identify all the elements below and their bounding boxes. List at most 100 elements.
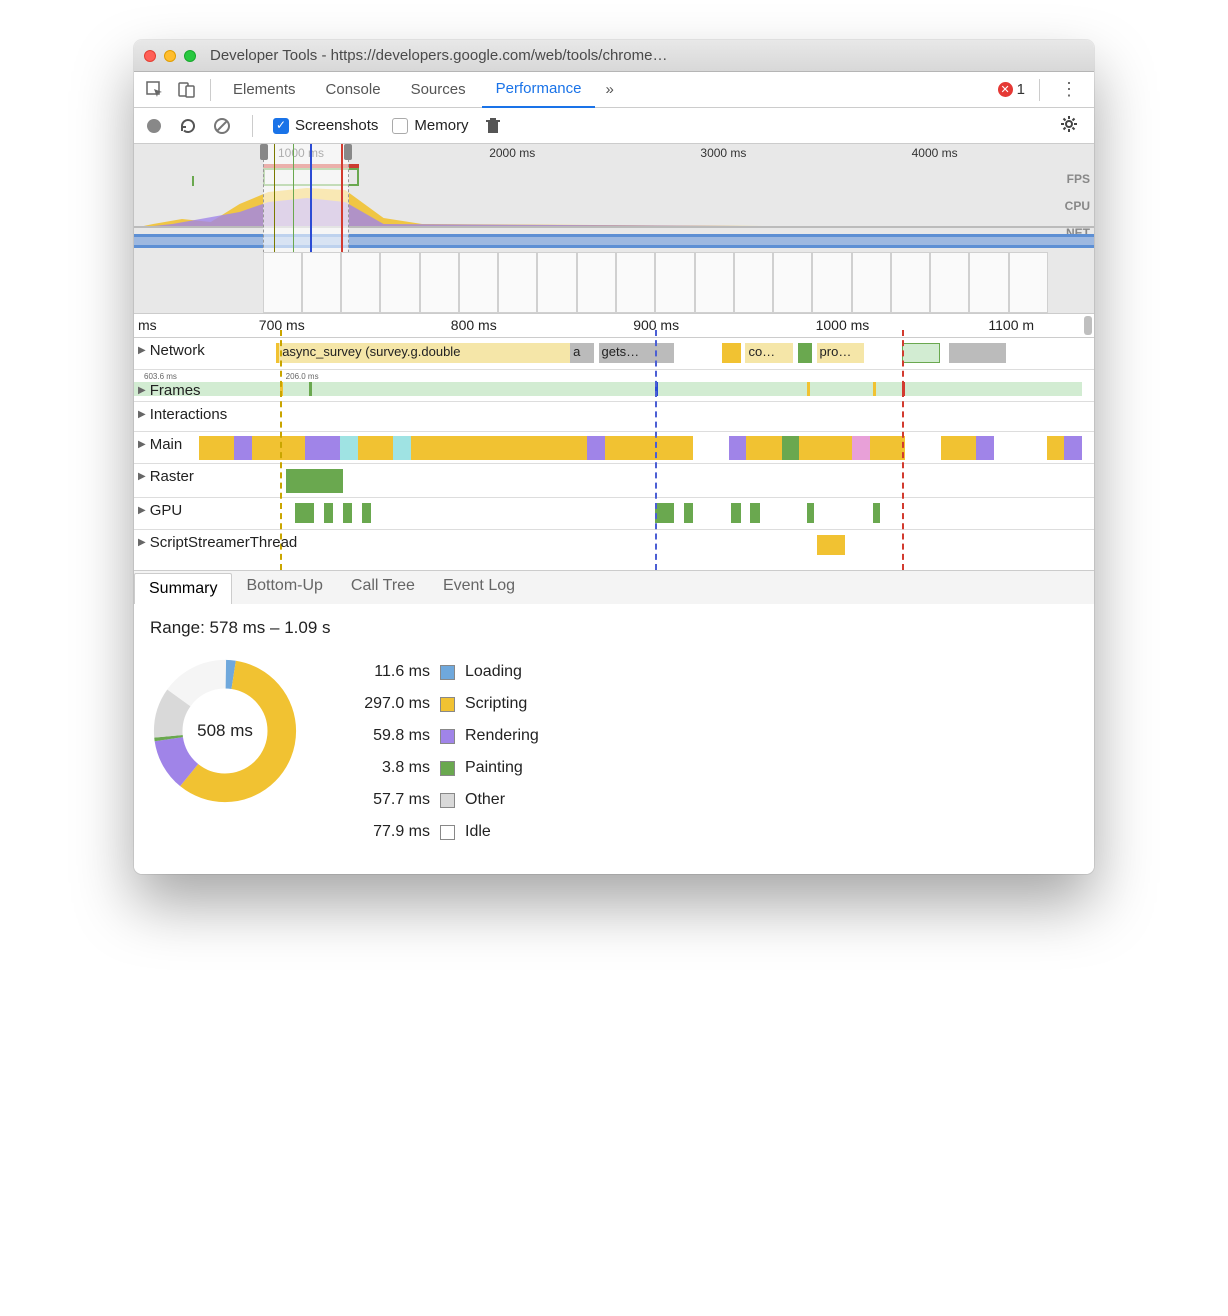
gpu-task[interactable] [295,503,314,523]
track-label: Raster [150,468,194,485]
reload-button[interactable] [178,117,198,135]
tick-label: 2000 ms [489,146,535,160]
tick-label: 3000 ms [700,146,746,160]
swatch [440,761,455,776]
disclosure-icon[interactable]: ▶ [138,505,146,516]
network-request[interactable]: pro… [817,343,864,363]
inspect-element-icon[interactable] [140,75,170,105]
device-toolbar-icon[interactable] [172,75,202,105]
tab-elements[interactable]: Elements [219,72,310,108]
panel-tabs: Elements Console Sources Performance » ✕… [134,72,1094,108]
legend-row-idle: 77.9 msIdle [340,816,539,848]
clear-button[interactable] [212,117,232,135]
frame-marker [309,382,312,396]
gpu-task[interactable] [362,503,371,523]
track-interactions[interactable]: ▶ Interactions [134,402,1094,432]
gpu-task[interactable] [655,503,674,523]
network-request[interactable]: co… [745,343,792,363]
range-label: Range: 578 ms – 1.09 s [150,618,1078,638]
gpu-task[interactable] [684,503,693,523]
summary-donut-chart: 508 ms [150,656,300,806]
network-request[interactable]: gets… [599,343,675,363]
swatch [440,665,455,680]
tick-label: 1000 ms [816,317,870,333]
disclosure-icon[interactable]: ▶ [138,409,146,420]
track-label: Frames [150,382,201,399]
scrollbar[interactable] [1084,316,1092,335]
track-label: Network [150,342,205,359]
frame-marker [807,382,810,396]
gpu-task[interactable] [731,503,740,523]
track-main[interactable]: ▶Main [134,432,1094,464]
guide-line [902,330,904,570]
overview-pane[interactable]: 1000 ms 2000 ms 3000 ms 4000 ms FPS CPU … [134,144,1094,314]
network-request[interactable] [798,343,812,363]
track-scriptstreamer[interactable]: ▶ ScriptStreamerThread [134,530,1094,570]
screenshots-label: Screenshots [295,117,378,134]
disclosure-icon[interactable]: ▶ [138,385,146,396]
gpu-task[interactable] [343,503,352,523]
network-request[interactable]: a [570,343,594,363]
legend-row-loading: 11.6 msLoading [340,656,539,688]
track-frames[interactable]: 603.6 ms 206.0 ms ▶Frames [134,370,1094,402]
track-network[interactable]: ▶ Network async_survey (survey.g.double a… [134,338,1094,370]
network-request[interactable] [949,343,1006,363]
filmstrip[interactable] [263,252,1048,313]
tabs-overflow[interactable]: » [597,72,621,108]
track-gpu[interactable]: ▶ GPU [134,498,1094,530]
gpu-task[interactable] [807,503,814,523]
track-label: Interactions [150,406,228,423]
gpu-task[interactable] [873,503,880,523]
tab-bottom-up[interactable]: Bottom-Up [232,571,336,604]
tick-label: ms [138,317,157,333]
gpu-task[interactable] [750,503,759,523]
tab-console[interactable]: Console [312,72,395,108]
tick-label: 4000 ms [912,146,958,160]
disclosure-icon[interactable]: ▶ [138,471,146,482]
main-flame[interactable] [199,436,1082,460]
network-request[interactable] [722,343,741,363]
summary-pane: Range: 578 ms – 1.09 s 508 ms 11.6 msLoa… [134,604,1094,874]
checkbox-icon [273,118,289,134]
guide-line [655,330,657,570]
close-window-button[interactable] [144,50,156,62]
track-label: ScriptStreamerThread [150,534,298,551]
tab-performance[interactable]: Performance [482,72,596,108]
screenshots-checkbox[interactable]: Screenshots [273,117,378,134]
tab-summary[interactable]: Summary [134,573,232,604]
disclosure-icon[interactable]: ▶ [138,537,146,548]
memory-label: Memory [414,117,468,134]
track-label: GPU [150,502,183,519]
maximize-window-button[interactable] [184,50,196,62]
network-request[interactable]: async_survey (survey.g.double [276,343,570,363]
trash-button[interactable] [483,117,503,135]
frame-strip [134,382,1082,396]
memory-checkbox[interactable]: Memory [392,117,468,134]
legend-row-other: 57.7 msOther [340,784,539,816]
track-raster[interactable]: ▶ Raster [134,464,1094,498]
tab-event-log[interactable]: Event Log [429,571,529,604]
network-request[interactable] [902,343,940,363]
minimize-window-button[interactable] [164,50,176,62]
tab-sources[interactable]: Sources [397,72,480,108]
tick-label: 800 ms [451,317,497,333]
gpu-task[interactable] [324,503,333,523]
selection-handle-right[interactable] [344,144,352,160]
settings-button[interactable] [1060,115,1078,137]
raster-task[interactable] [286,469,343,493]
divider [252,115,253,137]
error-count[interactable]: ✕ 1 [998,81,1025,98]
script-task[interactable] [817,535,845,555]
tab-call-tree[interactable]: Call Tree [337,571,429,604]
disclosure-icon[interactable]: ▶ [138,439,146,450]
checkbox-icon [392,118,408,134]
more-options-icon[interactable]: ⋮ [1054,79,1084,100]
detail-ruler[interactable]: ms 700 ms 800 ms 900 ms 1000 ms 1100 m [134,314,1094,338]
disclosure-icon[interactable]: ▶ [138,345,146,356]
divider [1039,79,1040,101]
tick-label: 1100 m [988,317,1034,333]
record-button[interactable] [144,119,164,133]
selection-handle-left[interactable] [260,144,268,160]
donut-total: 508 ms [150,656,300,806]
divider [210,79,211,101]
